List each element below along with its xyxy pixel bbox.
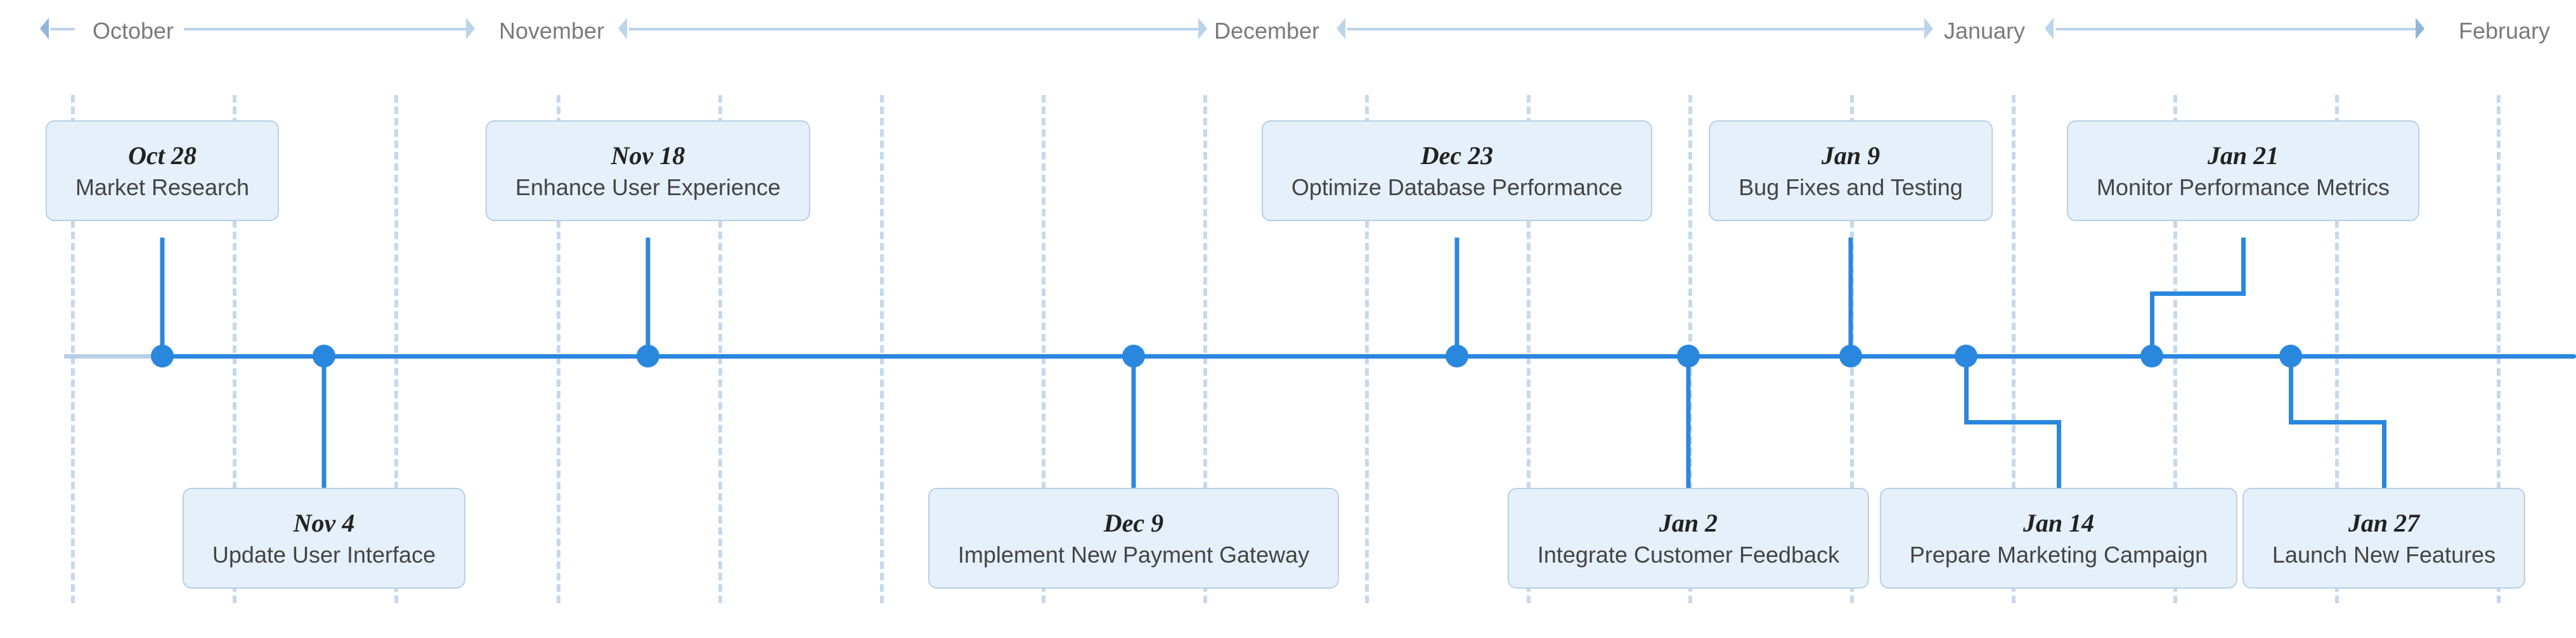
event-task: Update User Interface (212, 542, 436, 568)
timeline-diagram: { "months":[ {"name":"October","sep":298… (0, 0, 2576, 638)
chevron-right-icon (1198, 18, 1207, 39)
timeline-axis (64, 354, 2576, 359)
event-task: Implement New Payment Gateway (958, 542, 1309, 568)
timeline-marker (313, 345, 335, 367)
event-date: Jan 14 (1910, 508, 2208, 538)
timeline-marker (1677, 345, 1700, 367)
event-card: Jan 9 Bug Fixes and Testing (1709, 120, 1993, 221)
event-task: Launch New Features (2272, 542, 2495, 568)
timeline-marker (1955, 345, 1977, 367)
event-card: Jan 21 Monitor Performance Metrics (2067, 120, 2419, 221)
timeline-marker (637, 345, 659, 367)
month-label: December (1214, 18, 1319, 44)
month-label: October (93, 18, 174, 44)
event-date: Jan 2 (1537, 508, 1839, 538)
chevron-left-icon (1337, 18, 1345, 39)
timeline-marker (1446, 345, 1468, 367)
event-date: Dec 9 (958, 508, 1309, 538)
event-card: Dec 23 Optimize Database Performance (1262, 120, 1652, 221)
event-task: Bug Fixes and Testing (1738, 174, 1963, 201)
event-date: Nov 4 (212, 508, 436, 538)
event-card: Jan 2 Integrate Customer Feedback (1508, 488, 1869, 589)
event-date: Jan 27 (2272, 508, 2495, 538)
event-date: Jan 21 (2097, 141, 2390, 170)
event-date: Jan 9 (1738, 141, 1963, 170)
event-card: Jan 27 Launch New Features (2243, 488, 2525, 589)
event-card: Jan 14 Prepare Marketing Campaign (1880, 488, 2237, 589)
timeline-marker (1122, 345, 1145, 367)
chevron-right-icon (466, 18, 475, 39)
event-date: Nov 18 (515, 141, 780, 170)
event-card: Dec 9 Implement New Payment Gateway (928, 488, 1339, 589)
event-task: Monitor Performance Metrics (2097, 174, 2390, 201)
event-task: Enhance User Experience (515, 174, 780, 201)
event-date: Dec 23 (1291, 141, 1622, 170)
chevron-left-icon (2045, 18, 2054, 39)
event-date: Oct 28 (75, 141, 249, 170)
timeline-marker (2279, 345, 2302, 367)
timeline-marker (151, 345, 174, 367)
nav-next-icon (2416, 18, 2424, 39)
event-task: Integrate Customer Feedback (1537, 542, 1839, 568)
timeline-marker (1839, 345, 1862, 367)
chevron-right-icon (1924, 18, 1933, 39)
event-card: Nov 4 Update User Interface (183, 488, 465, 589)
month-label: February (2459, 18, 2550, 44)
timeline-marker (2140, 345, 2163, 367)
event-card: Oct 28 Market Research (46, 120, 279, 221)
month-label: November (499, 18, 604, 44)
nav-prev-icon (40, 18, 49, 39)
event-card: Nov 18 Enhance User Experience (486, 120, 810, 221)
event-task: Market Research (75, 174, 249, 201)
month-label: January (1944, 18, 2025, 44)
chevron-left-icon (618, 18, 627, 39)
event-task: Prepare Marketing Campaign (1910, 542, 2208, 568)
event-task: Optimize Database Performance (1291, 174, 1622, 201)
